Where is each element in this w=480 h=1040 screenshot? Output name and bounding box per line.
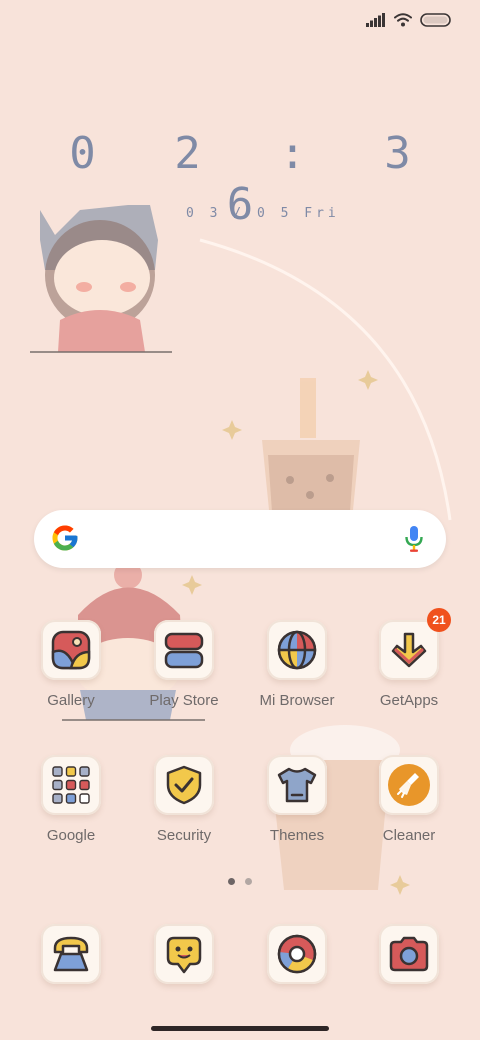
cleaner-icon[interactable] xyxy=(379,755,439,815)
chrome-icon[interactable] xyxy=(267,924,327,984)
app-label: GetApps xyxy=(379,692,439,709)
app-label: Mi Browser xyxy=(259,692,335,709)
app-mi-browser[interactable]: Mi Browser xyxy=(247,620,347,732)
app-getapps[interactable]: 21 GetApps xyxy=(359,608,459,732)
dock-phone[interactable] xyxy=(21,924,121,1036)
security-icon[interactable] xyxy=(154,755,214,815)
browser-icon[interactable] xyxy=(267,620,327,680)
app-security[interactable]: Security xyxy=(134,755,234,867)
mic-icon[interactable] xyxy=(404,525,424,557)
app-cleaner[interactable]: Cleaner xyxy=(359,755,459,867)
app-label: Security xyxy=(156,827,212,844)
phone-icon[interactable] xyxy=(41,924,101,984)
google-search-bar[interactable] xyxy=(34,510,446,568)
app-label: Google xyxy=(46,827,96,844)
clock-date[interactable]: 0 3 / 0 5 Fri xyxy=(186,206,340,221)
status-bar xyxy=(0,0,480,44)
google-g-icon xyxy=(50,523,80,557)
page-dot[interactable] xyxy=(245,878,252,885)
notification-badge: 21 xyxy=(427,608,451,632)
dock-camera[interactable] xyxy=(359,924,459,1036)
themes-icon[interactable] xyxy=(267,755,327,815)
app-themes[interactable]: Themes xyxy=(247,755,347,867)
page-dot-active[interactable] xyxy=(228,878,235,885)
dock-messages[interactable] xyxy=(134,924,234,1036)
messages-icon[interactable] xyxy=(154,924,214,984)
app-play-store[interactable]: Play Store xyxy=(134,620,234,732)
battery-icon xyxy=(420,12,452,31)
dock-chrome[interactable] xyxy=(247,924,347,1036)
gallery-icon[interactable] xyxy=(41,620,101,680)
signal-icon xyxy=(366,12,386,31)
app-label: Gallery xyxy=(47,692,95,709)
app-label: Cleaner xyxy=(382,827,436,844)
page-indicator[interactable] xyxy=(228,878,252,885)
camera-icon[interactable] xyxy=(379,924,439,984)
app-gallery[interactable]: Gallery xyxy=(21,620,121,732)
wifi-icon xyxy=(394,12,412,31)
app-label: Play Store xyxy=(149,692,219,709)
google-folder-icon[interactable] xyxy=(41,755,101,815)
app-google-folder[interactable]: Google xyxy=(21,755,121,867)
home-gesture-handle[interactable] xyxy=(151,1026,329,1031)
play-store-icon[interactable] xyxy=(154,620,214,680)
app-label: Themes xyxy=(269,827,325,844)
getapps-icon[interactable] xyxy=(379,620,439,680)
